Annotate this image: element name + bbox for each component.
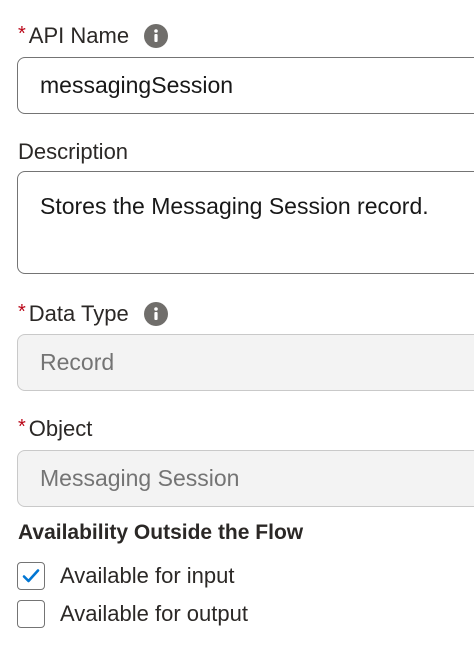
object-value: Messaging Session <box>40 465 240 491</box>
available-for-output-row[interactable]: Available for output <box>17 600 248 628</box>
data-type-value: Record <box>40 349 115 375</box>
data-type-label-text: Data Type <box>28 301 129 326</box>
object-input: Messaging Session <box>17 450 474 507</box>
object-label-text: Object <box>28 416 93 441</box>
data-type-input: Record <box>17 334 474 391</box>
description-label: Description <box>18 139 128 165</box>
required-marker: * <box>18 415 26 438</box>
required-marker: * <box>18 22 26 45</box>
description-value: Stores the Messaging Session record. <box>40 193 429 219</box>
description-label-text: Description <box>18 139 129 164</box>
info-icon[interactable] <box>144 24 169 48</box>
available-for-output-checkbox[interactable] <box>17 600 45 628</box>
api-name-label: * API Name <box>18 22 169 49</box>
checkmark-icon <box>22 569 40 583</box>
description-textarea[interactable]: Stores the Messaging Session record. <box>17 171 474 274</box>
api-name-value: messagingSession <box>40 72 234 98</box>
available-for-input-row[interactable]: Available for input <box>17 562 235 590</box>
data-type-label: * Data Type <box>18 301 168 327</box>
required-marker: * <box>18 300 26 323</box>
availability-section-title: Availability Outside the Flow <box>18 521 304 544</box>
api-name-label-text: API Name <box>28 23 130 48</box>
info-icon[interactable] <box>143 302 168 326</box>
object-label: * Object <box>18 416 92 442</box>
available-for-output-label: Available for output <box>60 601 248 626</box>
available-for-input-checkbox[interactable] <box>17 562 45 590</box>
api-name-input[interactable]: messagingSession <box>17 57 474 114</box>
available-for-input-label: Available for input <box>60 563 235 588</box>
